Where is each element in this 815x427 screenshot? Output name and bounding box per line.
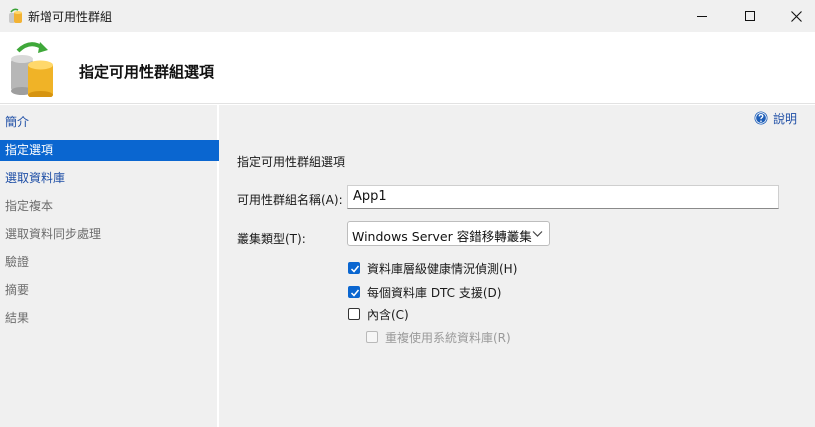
help-label: 說明 bbox=[773, 111, 798, 126]
section-title: 指定可用性群組選項 bbox=[237, 155, 346, 169]
database-sync-icon bbox=[11, 42, 53, 97]
sidebar-item-validation: 驗證 bbox=[5, 255, 30, 269]
health-detection-option[interactable]: 資料庫層級健康情況偵測(H) bbox=[348, 260, 517, 276]
cluster-type-label: 叢集類型(T): bbox=[237, 232, 306, 246]
help-icon bbox=[754, 111, 768, 125]
reuse-system-db-label: 重複使用系統資料庫(R) bbox=[385, 330, 511, 345]
minimize-icon bbox=[697, 16, 707, 17]
cluster-type-value: Windows Server 容錯移轉叢集 bbox=[352, 229, 532, 244]
window-title: 新增可用性群組 bbox=[28, 10, 113, 24]
contained-label: 內含(C) bbox=[367, 307, 409, 322]
title-bar[interactable]: 新增可用性群組 bbox=[0, 0, 815, 32]
health-detection-checkbox[interactable] bbox=[348, 262, 360, 274]
checkmark-icon bbox=[350, 289, 360, 297]
maximize-icon bbox=[745, 11, 755, 21]
wizard-body: 簡介 指定選項 選取資料庫 指定複本 選取資料同步處理 驗證 摘要 結果 說明 … bbox=[0, 105, 815, 427]
sidebar-item-specify-replicas: 指定複本 bbox=[5, 199, 54, 213]
dtc-support-checkbox[interactable] bbox=[348, 286, 360, 298]
maximize-button[interactable] bbox=[727, 0, 773, 32]
page-heading: 指定可用性群組選項 bbox=[79, 63, 215, 81]
availability-group-icon bbox=[9, 8, 22, 23]
reuse-system-db-option: 重複使用系統資料庫(R) bbox=[366, 329, 511, 345]
sidebar-item-specify-options[interactable]: 指定選項 bbox=[0, 140, 219, 161]
sidebar-item-select-databases[interactable]: 選取資料庫 bbox=[0, 168, 219, 189]
contained-option[interactable]: 內含(C) bbox=[348, 306, 409, 322]
wizard-steps-sidebar: 簡介 指定選項 選取資料庫 指定複本 選取資料同步處理 驗證 摘要 結果 bbox=[0, 105, 219, 427]
health-detection-label: 資料庫層級健康情況偵測(H) bbox=[367, 261, 518, 276]
chevron-down-icon bbox=[532, 231, 543, 237]
reuse-system-db-checkbox bbox=[366, 331, 378, 343]
checkmark-icon bbox=[350, 265, 360, 273]
help-link[interactable]: 說明 bbox=[754, 110, 797, 126]
minimize-button[interactable] bbox=[679, 0, 725, 32]
sidebar-item-data-synchronization: 選取資料同步處理 bbox=[5, 227, 102, 241]
ag-name-label: 可用性群組名稱(A): bbox=[237, 193, 343, 207]
dtc-support-label: 每個資料庫 DTC 支援(D) bbox=[367, 285, 502, 300]
contained-checkbox[interactable] bbox=[348, 308, 360, 320]
options-panel: 說明 指定可用性群組選項 可用性群組名稱(A): App1 叢集類型(T): W… bbox=[221, 105, 815, 427]
dtc-support-option[interactable]: 每個資料庫 DTC 支援(D) bbox=[348, 284, 501, 300]
cluster-type-select[interactable]: Windows Server 容錯移轉叢集 bbox=[347, 221, 550, 246]
close-icon bbox=[790, 10, 802, 22]
wizard-header: 指定可用性群組選項 bbox=[0, 32, 815, 104]
sidebar-item-results: 結果 bbox=[5, 311, 30, 325]
ag-name-input[interactable]: App1 bbox=[347, 185, 779, 209]
close-button[interactable] bbox=[773, 0, 815, 32]
sidebar-item-introduction[interactable]: 簡介 bbox=[0, 112, 219, 133]
sidebar-item-summary: 摘要 bbox=[5, 283, 30, 297]
